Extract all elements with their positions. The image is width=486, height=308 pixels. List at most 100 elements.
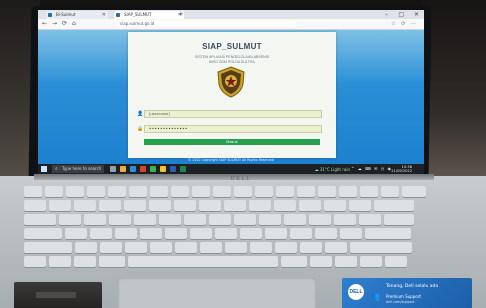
keyboard-key[interactable]: [325, 242, 347, 253]
password-field[interactable]: 🔒 ••••••••••••••: [137, 125, 322, 133]
tray-icons[interactable]: ^ ☁ ⌨ ✉ ◷ ◉: [351, 166, 392, 171]
keyboard-key[interactable]: [192, 186, 210, 197]
keyboard-key[interactable]: [65, 228, 87, 239]
keyboard-key[interactable]: [250, 242, 272, 253]
keyboard-key[interactable]: [200, 242, 222, 253]
keyboard-key[interactable]: [175, 242, 197, 253]
keyboard-key[interactable]: [402, 186, 426, 197]
keyboard-key[interactable]: [59, 214, 81, 225]
keyboard-key[interactable]: [24, 200, 46, 211]
close-window-button[interactable]: ✕: [414, 10, 419, 19]
keyboard-key[interactable]: [255, 186, 273, 197]
keyboard-key[interactable]: [74, 256, 96, 267]
chrome-icon[interactable]: [160, 166, 166, 172]
keyboard-key[interactable]: [125, 242, 147, 253]
keyboard-key[interactable]: [339, 186, 357, 197]
keyboard-key[interactable]: [100, 242, 122, 253]
keyboard-key[interactable]: [360, 256, 382, 267]
keyboard-key[interactable]: [284, 214, 306, 225]
keyboard-key[interactable]: [24, 228, 62, 239]
excel-icon[interactable]: [180, 166, 186, 172]
taskbar-search-input[interactable]: ⌕ Type here to search: [52, 165, 104, 173]
word-icon[interactable]: [170, 166, 176, 172]
forward-arrow-icon[interactable]: →: [52, 20, 57, 28]
taskbar-app-icon[interactable]: [140, 166, 146, 172]
keyboard-key[interactable]: [184, 214, 206, 225]
keyboard-key[interactable]: [213, 186, 231, 197]
keyboard-key[interactable]: [209, 214, 231, 225]
keyboard-key[interactable]: [24, 214, 56, 225]
keyboard-key[interactable]: [90, 228, 112, 239]
keyboard-key[interactable]: [115, 228, 137, 239]
keyboard-key[interactable]: [318, 186, 336, 197]
keyboard-key[interactable]: [224, 200, 246, 211]
keyboard-key[interactable]: [99, 200, 121, 211]
keyboard-key[interactable]: [360, 186, 378, 197]
keyboard-key[interactable]: [150, 242, 172, 253]
keyboard-key[interactable]: [381, 186, 399, 197]
keyboard-key[interactable]: [275, 242, 297, 253]
home-icon[interactable]: ⌂: [72, 20, 76, 28]
new-tab-button[interactable]: +: [178, 10, 184, 19]
keyboard-key[interactable]: [66, 186, 84, 197]
keyboard-key[interactable]: [315, 228, 337, 239]
keyboard-key[interactable]: [274, 200, 296, 211]
keyboard-key[interactable]: [350, 242, 412, 253]
keyboard-key[interactable]: [309, 214, 331, 225]
keyboard-key[interactable]: [310, 256, 332, 267]
url-field[interactable]: siap.sulmut.go.id: [116, 21, 296, 27]
keyboard-key[interactable]: [174, 200, 196, 211]
username-field[interactable]: 👤 [username]: [137, 110, 322, 118]
keyboard-key[interactable]: [359, 214, 381, 225]
keyboard-key[interactable]: [297, 186, 315, 197]
keyboard-key[interactable]: [108, 186, 126, 197]
keyboard-key[interactable]: [249, 200, 271, 211]
touchpad[interactable]: [118, 278, 316, 308]
keyboard-key[interactable]: [45, 186, 63, 197]
spacebar-key[interactable]: [128, 256, 278, 267]
file-explorer-icon[interactable]: [120, 166, 126, 172]
keyboard-key[interactable]: [334, 214, 356, 225]
keyboard-key[interactable]: [324, 200, 346, 211]
keyboard-key[interactable]: [374, 200, 414, 211]
keyboard-key[interactable]: [349, 200, 371, 211]
login-button[interactable]: Masuk: [144, 139, 320, 145]
keyboard-key[interactable]: [49, 200, 71, 211]
back-arrow-icon[interactable]: ←: [42, 20, 47, 28]
task-view-icon[interactable]: [110, 166, 116, 172]
browser-toolbar-icons[interactable]: ☆ ⟳ ⋯: [391, 20, 418, 28]
keyboard-key[interactable]: [190, 228, 212, 239]
keyboard-key[interactable]: [140, 228, 162, 239]
keyboard-key[interactable]: [165, 228, 187, 239]
keyboard-key[interactable]: [240, 228, 262, 239]
keyboard-key[interactable]: [300, 242, 322, 253]
keyboard-key[interactable]: [84, 214, 106, 225]
keyboard-key[interactable]: [149, 200, 171, 211]
keyboard-key[interactable]: [215, 228, 237, 239]
keyboard-key[interactable]: [281, 256, 307, 267]
keyboard-key[interactable]: [385, 256, 407, 267]
keyboard-key[interactable]: [234, 214, 256, 225]
browser-tab-1[interactable]: Bi-Sulmut ✕: [46, 11, 108, 19]
keyboard-key[interactable]: [335, 256, 357, 267]
edge-browser-icon[interactable]: [130, 166, 136, 172]
keyboard-key[interactable]: [234, 186, 252, 197]
keyboard-key[interactable]: [99, 256, 125, 267]
keyboard-key[interactable]: [129, 186, 147, 197]
keyboard-key[interactable]: [24, 186, 42, 197]
reload-icon[interactable]: ⟳: [62, 20, 67, 28]
windows-start-icon[interactable]: [41, 166, 47, 172]
keyboard-key[interactable]: [87, 186, 105, 197]
keyboard-key[interactable]: [225, 242, 247, 253]
keyboard-key[interactable]: [24, 256, 46, 267]
keyboard-key[interactable]: [199, 200, 221, 211]
keyboard-key[interactable]: [259, 214, 281, 225]
keyboard-key[interactable]: [134, 214, 156, 225]
minimize-button[interactable]: –: [385, 10, 388, 19]
keyboard-key[interactable]: [124, 200, 146, 211]
keyboard-key[interactable]: [150, 186, 168, 197]
keyboard-key[interactable]: [276, 186, 294, 197]
taskbar-clock[interactable]: 10:36 21/09/2022: [391, 165, 412, 173]
keyboard-key[interactable]: [75, 242, 97, 253]
keyboard-key[interactable]: [265, 228, 287, 239]
